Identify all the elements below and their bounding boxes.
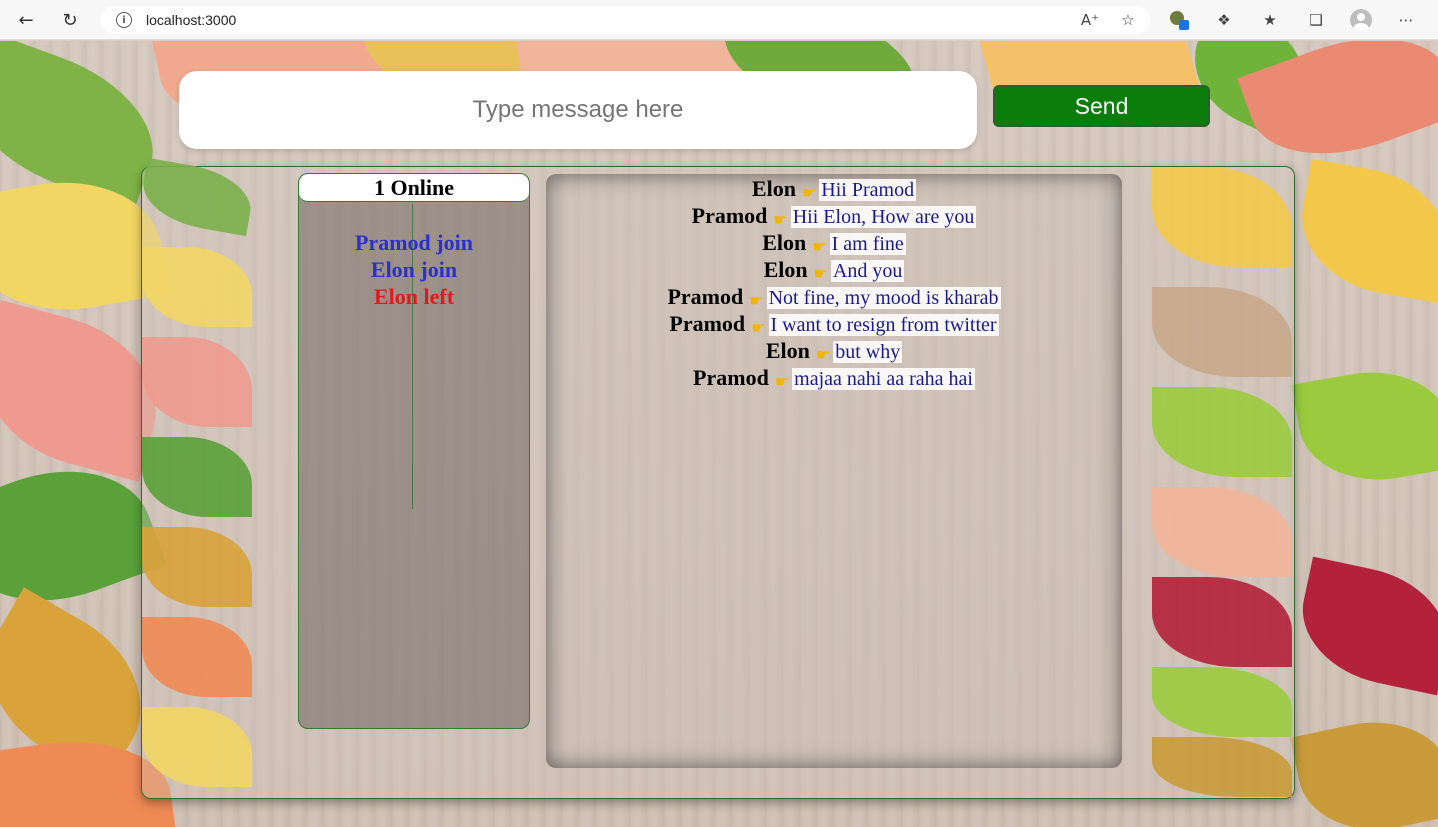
- online-sidebar: 1 Online Pramod join Elon join Elon left: [298, 173, 530, 729]
- more-icon[interactable]: ⋯: [1394, 8, 1418, 32]
- leaf-decoration: [137, 157, 257, 237]
- leaf-decoration: [1152, 387, 1292, 477]
- leaf-decoration: [1290, 556, 1438, 696]
- pointing-hand-icon: ☛: [801, 183, 817, 202]
- pointing-hand-icon: ☛: [774, 372, 790, 391]
- pointing-hand-icon: ☛: [812, 237, 827, 256]
- activity-item: Elon left: [373, 284, 455, 309]
- info-icon[interactable]: i: [116, 12, 132, 28]
- message-sender: Elon: [751, 176, 796, 201]
- leaf-decoration: [1152, 287, 1292, 377]
- message-row: Elon ☛ but why: [546, 337, 1122, 364]
- message-list: Elon ☛ Hii Pramod Pramod ☛ Hii Elon, How…: [546, 175, 1122, 391]
- reload-icon[interactable]: ↻: [54, 4, 86, 36]
- url-text[interactable]: localhost:3000: [146, 12, 236, 28]
- message-input[interactable]: [179, 71, 977, 149]
- pointing-hand-icon: ☛: [773, 210, 788, 229]
- message-sender: Pramod: [669, 311, 746, 336]
- message-row: Pramod ☛ majaa nahi aa raha hai: [546, 364, 1122, 391]
- read-aloud-icon[interactable]: A⁺: [1078, 8, 1102, 32]
- activity-list: Pramod join Elon join Elon left: [299, 229, 529, 310]
- leaf-decoration: [1152, 167, 1292, 267]
- back-arrow-icon[interactable]: ←: [10, 4, 42, 36]
- leaf-decoration: [1152, 487, 1292, 577]
- message-row: Elon ☛ And you: [546, 256, 1122, 283]
- message-sender: Elon: [763, 257, 808, 282]
- message-text: I want to resign from twitter: [768, 314, 999, 336]
- pointing-hand-icon: ☛: [751, 318, 766, 337]
- message-row: Elon ☛ I am fine: [546, 229, 1122, 256]
- leaf-decoration: [142, 707, 252, 787]
- leaf-decoration: [142, 337, 252, 427]
- leaf-decoration: [1290, 158, 1438, 304]
- address-bar[interactable]: i localhost:3000 A⁺ ☆: [100, 6, 1150, 34]
- activity-item: Elon join: [370, 257, 458, 282]
- collections-icon[interactable]: ❏: [1304, 8, 1328, 32]
- extension-icon[interactable]: [1168, 9, 1190, 31]
- profile-icon[interactable]: [1350, 9, 1372, 31]
- browser-toolbar: ← ↻ i localhost:3000 A⁺ ☆ ❖ ★ ❏ ⋯: [0, 0, 1438, 40]
- message-row: Pramod ☛ Not fine, my mood is kharab: [546, 283, 1122, 310]
- message-sender: Elon: [765, 338, 810, 363]
- activity-item: Pramod join: [355, 230, 473, 255]
- puzzle-icon[interactable]: ❖: [1212, 8, 1236, 32]
- message-text: Not fine, my mood is kharab: [766, 287, 1001, 309]
- message-row: Pramod ☛ I want to resign from twitter: [546, 310, 1122, 337]
- send-button[interactable]: Send: [993, 85, 1210, 127]
- favorite-add-icon[interactable]: ☆: [1116, 8, 1140, 32]
- pointing-hand-icon: ☛: [815, 345, 831, 364]
- leaf-decoration: [142, 437, 252, 517]
- message-text: Hii Elon, How are you: [790, 206, 977, 228]
- message-text: I am fine: [829, 233, 906, 255]
- message-text: but why: [833, 341, 903, 363]
- chat-area[interactable]: Elon ☛ Hii Pramod Pramod ☛ Hii Elon, How…: [546, 174, 1122, 768]
- message-row: Pramod ☛ Hii Elon, How are you: [546, 202, 1122, 229]
- message-text: And you: [830, 260, 905, 282]
- leaf-decoration: [1152, 577, 1292, 667]
- online-count: 1 Online: [299, 174, 529, 202]
- message-text: Hii Pramod: [819, 179, 917, 201]
- message-text: majaa nahi aa raha hai: [792, 368, 975, 390]
- leaf-decoration: [142, 247, 252, 327]
- leaf-decoration: [142, 617, 252, 697]
- favorites-icon[interactable]: ★: [1258, 8, 1282, 32]
- leaf-decoration: [1291, 358, 1438, 494]
- leaf-decoration: [1290, 706, 1438, 827]
- leaf-decoration: [1152, 667, 1292, 737]
- message-sender: Pramod: [691, 203, 768, 228]
- message-row: Elon ☛ Hii Pramod: [546, 175, 1122, 202]
- message-sender: Pramod: [667, 284, 744, 309]
- leaf-decoration: [142, 527, 252, 607]
- leaf-decoration: [1152, 737, 1292, 797]
- pointing-hand-icon: ☛: [813, 264, 828, 283]
- pointing-hand-icon: ☛: [749, 291, 764, 310]
- message-sender: Pramod: [693, 365, 769, 390]
- message-sender: Elon: [762, 230, 807, 255]
